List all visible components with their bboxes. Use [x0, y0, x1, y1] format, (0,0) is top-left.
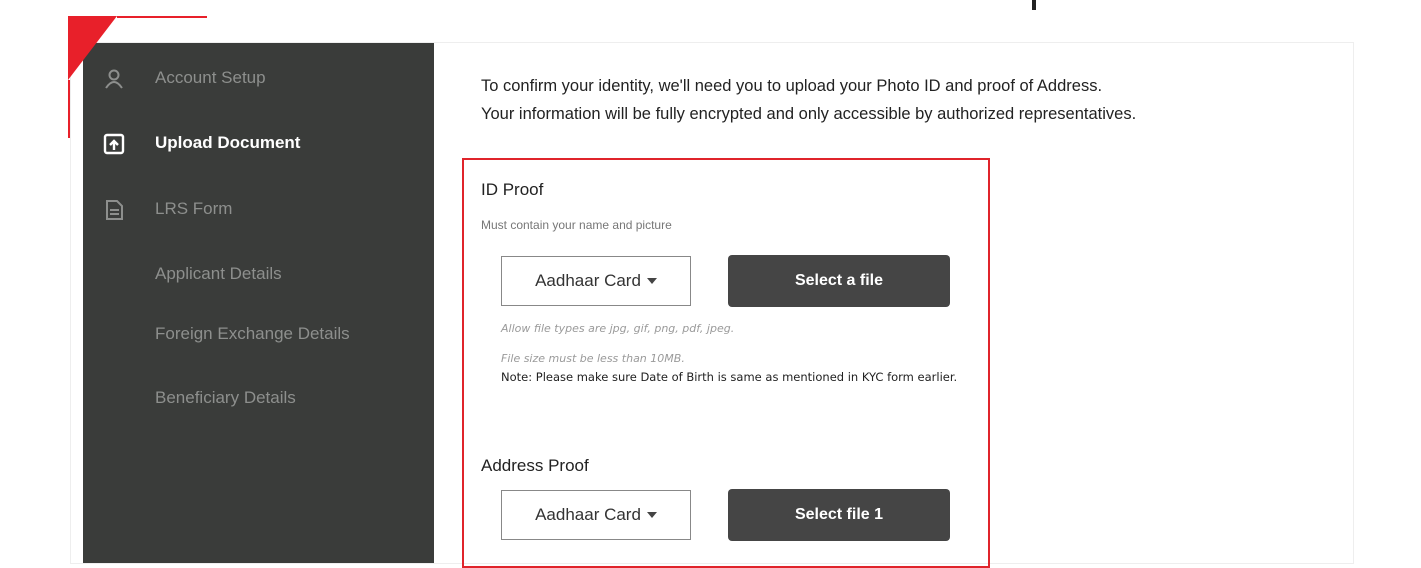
sidebar-item-lrs-form[interactable]: LRS Form — [83, 189, 434, 229]
select-value: Aadhaar Card — [535, 271, 641, 290]
id-proof-type-select[interactable]: Aadhaar Card — [501, 256, 691, 306]
sidebar-item-label: Account Setup — [155, 68, 266, 87]
select-value: Aadhaar Card — [535, 505, 641, 524]
id-proof-subtitle: Must contain your name and picture — [481, 218, 672, 232]
address-proof-select-file-button[interactable]: Select file 1 — [728, 489, 950, 541]
red-line-decoration — [117, 16, 207, 18]
file-type-hint: Allow file types are jpg, gif, png, pdf,… — [501, 322, 735, 335]
address-proof-title: Address Proof — [481, 456, 589, 475]
sidebar-subitem-beneficiary-details[interactable]: Beneficiary Details — [83, 378, 434, 418]
upload-documents-box: ID Proof Must contain your name and pict… — [462, 158, 990, 568]
caret-down-icon — [646, 278, 657, 284]
user-icon — [105, 69, 123, 89]
intro-line: Your information will be fully encrypted… — [481, 105, 1137, 123]
sidebar-subitem-label: Foreign Exchange Details — [155, 324, 350, 343]
caret-down-icon — [646, 512, 657, 518]
sidebar-item-account-setup[interactable]: Account Setup — [83, 58, 434, 98]
sidebar-item-label: Upload Document — [155, 133, 301, 152]
intro-line: To confirm your identity, we'll need you… — [481, 77, 1103, 95]
sidebar-subitem-foreign-exchange-details[interactable]: Foreign Exchange Details — [83, 314, 434, 354]
sidebar: Account Setup Upload Document LRS Form A… — [83, 43, 434, 563]
id-proof-title: ID Proof — [481, 180, 544, 199]
file-size-hint: File size must be less than 10MB. — [501, 352, 685, 365]
sidebar-item-label: LRS Form — [155, 199, 233, 218]
red-line-decoration — [68, 80, 70, 138]
intro-text: To confirm your identity, we'll need you… — [481, 72, 1341, 128]
dob-note: Note: Please make sure Date of Birth is … — [501, 370, 958, 384]
sidebar-item-upload-document[interactable]: Upload Document — [83, 123, 434, 163]
upload-file-icon — [103, 133, 125, 155]
id-proof-select-file-button[interactable]: Select a file — [728, 255, 950, 307]
document-icon — [106, 200, 123, 220]
address-proof-type-select[interactable]: Aadhaar Card — [501, 490, 691, 540]
sidebar-subitem-label: Beneficiary Details — [155, 388, 296, 407]
top-mark — [1032, 0, 1036, 10]
sidebar-subitem-applicant-details[interactable]: Applicant Details — [83, 254, 434, 294]
sidebar-subitem-label: Applicant Details — [155, 264, 282, 283]
